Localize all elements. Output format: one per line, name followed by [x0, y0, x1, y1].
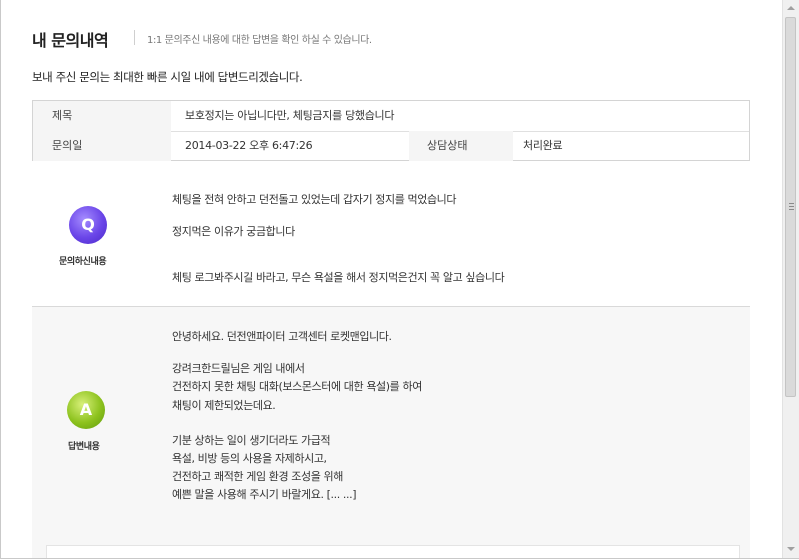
- status-value: 처리완료: [523, 139, 563, 152]
- grip-line: [789, 206, 794, 207]
- window-frame: 내 문의내역 1:1 문의주신 내용에 대한 답변을 확인 하실 수 있습니다.…: [0, 0, 799, 559]
- answer-line: 욕설, 비방 등의 사용을 자제하시고,: [172, 452, 327, 465]
- question-caption: 문의하신내용: [59, 257, 107, 267]
- question-line: 체팅을 전혀 안하고 던전돌고 있었는데 갑자기 정지를 먹었습니다: [172, 193, 457, 206]
- page-description: 1:1 문의주신 내용에 대한 답변을 확인 하실 수 있습니다.: [147, 35, 372, 46]
- answer-caption: 답변내용: [68, 442, 100, 452]
- scroll-up-arrow-icon[interactable]: [787, 6, 795, 10]
- answer-line: 안녕하세요. 던전앤파이터 고객센터 로켓맨입니다.: [172, 330, 392, 343]
- inquiry-date-value: 2014-03-22 오후 6:47:26: [185, 139, 313, 152]
- question-badge-icon: Q: [69, 206, 107, 244]
- scroll-down-arrow-icon[interactable]: [787, 547, 795, 551]
- page-title: 내 문의내역: [32, 31, 109, 50]
- answer-section: A 답변내용 안녕하세요. 던전앤파이터 고객센터 로켓맨입니다. 강려크한드릴…: [32, 307, 750, 558]
- answer-line: 기분 상하는 일이 생기더라도 가급적: [172, 434, 331, 447]
- question-line: 정지먹은 이유가 궁금합니다: [172, 225, 295, 238]
- vertical-scrollbar[interactable]: [782, 0, 799, 558]
- subject-label: 제목: [33, 101, 171, 131]
- answer-badge-icon: A: [67, 391, 105, 429]
- inquiry-info-table: 제목 보호정지는 아닙니다만, 체팅금지를 당했습니다 문의일 2014-03-…: [32, 100, 750, 161]
- reply-content-box: [46, 545, 740, 558]
- grip-line: [789, 203, 794, 204]
- inquiry-detail-page: 내 문의내역 1:1 문의주신 내용에 대한 답변을 확인 하실 수 있습니다.…: [1, 0, 782, 558]
- answer-line: 건전하고 쾌적한 게임 환경 조성을 위해: [172, 470, 344, 483]
- inquiry-date-label: 문의일: [33, 131, 171, 161]
- answer-line: 채팅이 제한되었는데요.: [172, 399, 276, 412]
- answer-line: 건전하지 못한 채팅 대화(보스몬스터에 대한 욕설)를 하여: [172, 380, 422, 393]
- answer-line: 강려크한드릴님은 게임 내에서: [172, 362, 305, 375]
- date-status-row: 문의일 2014-03-22 오후 6:47:26 상담상태 처리완료: [33, 131, 749, 161]
- answer-line: 예쁜 말을 사용해 주시기 바랄게요. [... ...]: [172, 488, 357, 501]
- question-line: 체팅 로그봐주시길 바라고, 무슨 욕설을 해서 정지먹은건지 꼭 알고 싶습니…: [172, 271, 505, 284]
- grip-line: [789, 209, 794, 210]
- subject-value: 보호정지는 아닙니다만, 체팅금지를 당했습니다: [185, 109, 395, 122]
- intro-text: 보내 주신 문의는 최대한 빠른 시일 내에 답변드리겠습니다.: [32, 70, 303, 84]
- question-section: Q 문의하신내용 체팅을 전혀 안하고 던전돌고 있었는데 갑자기 정지를 먹었…: [32, 175, 750, 307]
- subject-row: 제목 보호정지는 아닙니다만, 체팅금지를 당했습니다: [33, 101, 749, 132]
- scrollbar-thumb[interactable]: [785, 17, 796, 397]
- status-label: 상담상태: [409, 131, 513, 161]
- title-divider: [134, 30, 135, 45]
